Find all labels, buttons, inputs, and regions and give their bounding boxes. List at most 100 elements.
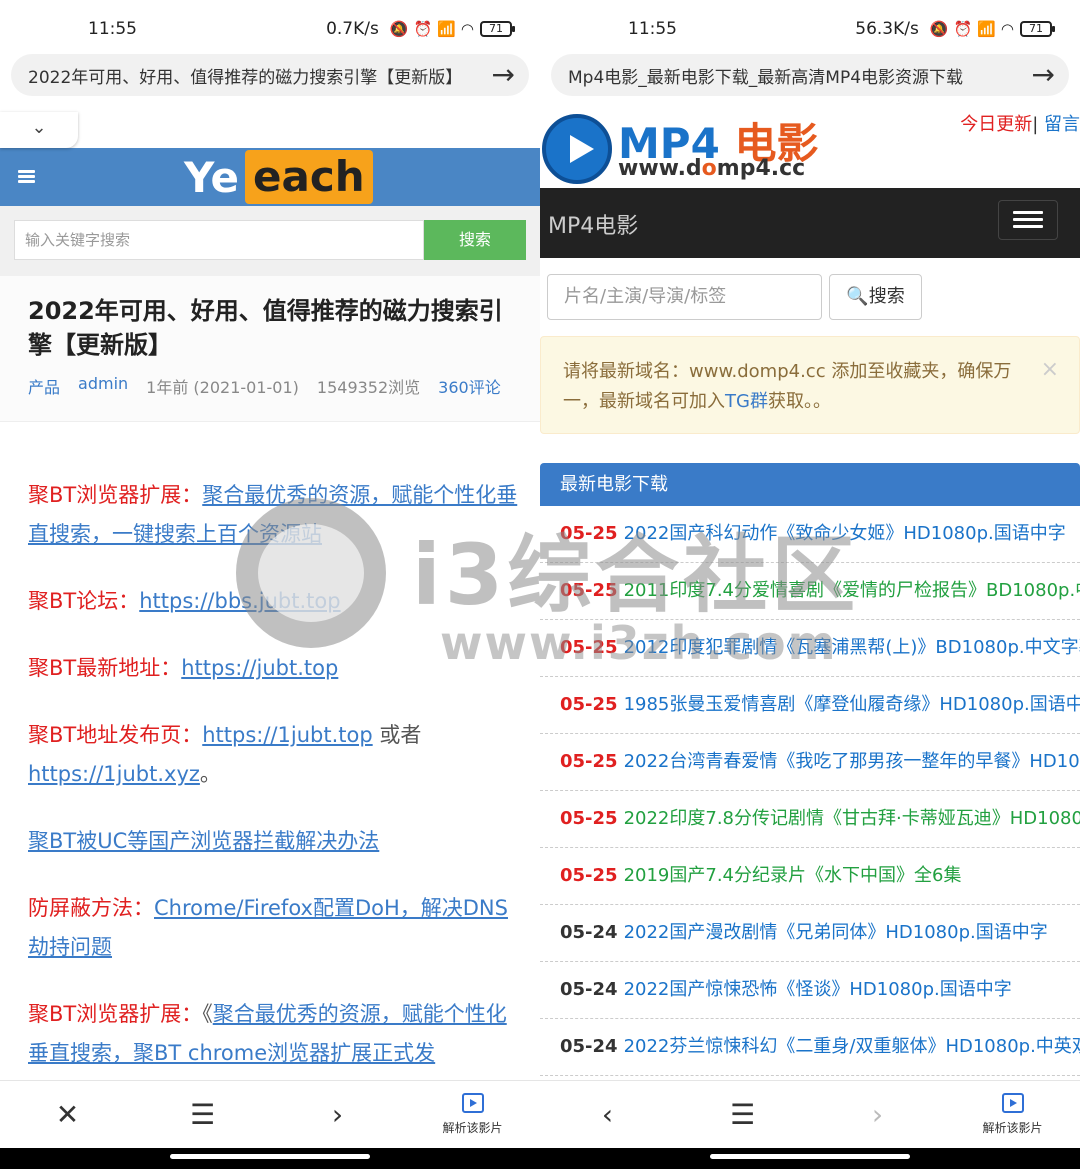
alert-text-tail: 获取。。: [767, 391, 831, 412]
item-title[interactable]: 2012印度犯罪剧情《瓦塞浦黑帮(上)》BD1080p.中文字幕: [624, 637, 1080, 658]
close-icon[interactable]: ×: [1041, 355, 1059, 385]
chevron-down-icon[interactable]: ⌄: [0, 112, 78, 148]
list-item[interactable]: 05-24 2022国产漫改剧情《兄弟同体》HD1080p.国语中字: [540, 905, 1080, 962]
item-title[interactable]: 2022台湾青春爱情《我吃了那男孩一整年的早餐》HD1080p: [624, 751, 1080, 772]
logo-each: each: [245, 150, 373, 204]
list-item[interactable]: 05-25 2019国产7.4分纪录片《水下中国》全6集: [540, 848, 1080, 905]
paragraph: 聚BT论坛：https://bbs.jubt.top: [28, 582, 518, 621]
para-text: 。: [199, 762, 221, 786]
item-title[interactable]: 2022芬兰惊悚科幻《二重身/双重躯体》HD1080p.中英双字: [624, 1036, 1080, 1057]
separator: |: [1032, 114, 1044, 135]
forward-icon[interactable]: ›: [270, 1098, 405, 1131]
para-link[interactable]: https://jubt.top: [181, 656, 338, 680]
item-title[interactable]: 2022国产科幻动作《致命少女姬》HD1080p.国语中字: [624, 523, 1066, 544]
parse-film-button[interactable]: 解析该影片: [945, 1093, 1080, 1136]
forward-icon[interactable]: ›: [810, 1098, 945, 1131]
movie-list: 05-25 2022国产科幻动作《致命少女姬》HD1080p.国语中字 05-25 2…: [540, 506, 1080, 1076]
para-label: 聚BT浏览器扩展：: [28, 483, 203, 507]
list-item[interactable]: 05-25 2022国产科幻动作《致命少女姬》HD1080p.国语中字: [540, 506, 1080, 563]
mute-icon: 🔕: [389, 20, 409, 38]
article-category[interactable]: 产品: [28, 374, 60, 398]
navbar-brand[interactable]: MP4电影: [548, 208, 638, 240]
logo-domain-o: o: [701, 156, 717, 181]
para-label: 聚BT论坛：: [28, 589, 140, 613]
logo-ye: Ye: [184, 152, 240, 202]
article-author[interactable]: admin: [78, 374, 128, 398]
search-button[interactable]: 搜索: [424, 220, 526, 260]
paragraph: 聚BT被UC等国产浏览器拦截解决办法: [28, 822, 518, 861]
article-title: 2022年可用、好用、值得推荐的磁力搜索引擎【更新版】: [28, 297, 503, 359]
message-link[interactable]: 留言: [1044, 114, 1080, 135]
item-title[interactable]: 2022国产漫改剧情《兄弟同体》HD1080p.国语中字: [624, 922, 1048, 943]
para-link[interactable]: https://1jubt.xyz: [28, 762, 200, 786]
search-button-label: 搜索: [868, 286, 905, 307]
item-date: 05-24: [560, 979, 618, 1000]
list-item[interactable]: 05-25 2012印度犯罪剧情《瓦塞浦黑帮(上)》BD1080p.中文字幕: [540, 620, 1080, 677]
list-item[interactable]: 05-25 2022台湾青春爱情《我吃了那男孩一整年的早餐》HD1080p: [540, 734, 1080, 791]
item-title[interactable]: 1985张曼玉爱情喜剧《摩登仙履奇缘》HD1080p.国语中字: [624, 694, 1080, 715]
para-link[interactable]: 聚BT被UC等国产浏览器拦截解决办法: [28, 829, 379, 853]
paragraph: 聚BT浏览器扩展：聚合最优秀的资源，赋能个性化垂直搜索，一键搜索上百个资源站: [28, 476, 518, 554]
status-bar: 11:55 56.3K/s 🔕 ⏰ 📶 ◠ 71: [540, 0, 1080, 58]
menu-icon[interactable]: ☰: [135, 1098, 270, 1131]
article-date: 1年前 (2021-01-01): [146, 378, 299, 397]
list-item[interactable]: 05-24 2022国产惊悚恐怖《怪谈》HD1080p.国语中字: [540, 962, 1080, 1019]
film-icon: [1001, 1093, 1024, 1113]
site-header: Ye each: [0, 148, 540, 206]
mute-icon: 🔕: [929, 20, 949, 38]
address-bar[interactable]: 2022年可用、好用、值得推荐的磁力搜索引擎【更新版】 →: [11, 54, 529, 96]
site-logo[interactable]: Ye each: [184, 150, 373, 204]
bottom-toolbar: ✕ ☰ › 解析该影片: [0, 1080, 540, 1148]
item-title[interactable]: 2011印度7.4分爱情喜剧《爱情的尸检报告》BD1080p.中字: [624, 580, 1080, 601]
para-label: 防屏蔽方法：: [28, 896, 154, 920]
item-date: 05-25: [560, 580, 618, 601]
play-logo-icon[interactable]: [542, 114, 612, 184]
list-item[interactable]: 05-25 2011印度7.4分爱情喜剧《爱情的尸检报告》BD1080p.中字: [540, 563, 1080, 620]
search-area: 输入关键字搜索 搜索: [0, 206, 540, 276]
battery-icon: 71: [480, 21, 515, 37]
logo-domain-a: www.d: [618, 156, 702, 181]
wifi-icon: ◠: [1000, 20, 1014, 38]
navbar: MP4电影: [540, 188, 1080, 258]
gesture-bar: [540, 1148, 1080, 1169]
go-arrow-icon[interactable]: →: [1025, 61, 1055, 89]
list-item[interactable]: 05-25 1985张曼玉爱情喜剧《摩登仙履奇缘》HD1080p.国语中字: [540, 677, 1080, 734]
search-input[interactable]: 片名/主演/导演/标签: [547, 274, 822, 320]
logo-domain-b: mp4.cc: [716, 156, 806, 181]
url-text[interactable]: 2022年可用、好用、值得推荐的磁力搜索引擎【更新版】: [28, 63, 485, 88]
paragraph: 聚BT浏览器扩展：《聚合最优秀的资源，赋能个性化垂直搜索，聚BT chrome浏…: [28, 995, 518, 1073]
item-title[interactable]: 2022国产惊悚恐怖《怪谈》HD1080p.国语中字: [624, 979, 1012, 1000]
article-meta: 产品 admin 1年前 (2021-01-01) 1549352浏览 360评…: [28, 374, 512, 398]
parse-film-button[interactable]: 解析该影片: [405, 1093, 540, 1136]
hamburger-menu-icon[interactable]: [998, 200, 1058, 240]
parse-film-label: 解析该影片: [982, 1121, 1043, 1135]
today-update-link[interactable]: 今日更新: [960, 114, 1032, 135]
list-item[interactable]: 05-24 2022芬兰惊悚科幻《二重身/双重躯体》HD1080p.中英双字: [540, 1019, 1080, 1076]
parse-film-label: 解析该影片: [442, 1121, 503, 1135]
address-bar[interactable]: Mp4电影_最新电影下载_最新高清MP4电影资源下载 →: [551, 54, 1069, 96]
paragraph: 聚BT最新地址：https://jubt.top: [28, 649, 518, 688]
bottom-toolbar: ‹ ☰ › 解析该影片: [540, 1080, 1080, 1148]
film-icon: [461, 1093, 484, 1113]
item-title[interactable]: 2019国产7.4分纪录片《水下中国》全6集: [624, 865, 962, 886]
para-text: 《: [202, 1002, 213, 1026]
item-date: 05-25: [560, 523, 618, 544]
menu-icon[interactable]: ☰: [675, 1098, 810, 1131]
list-item[interactable]: 05-25 2022印度7.8分传记剧情《甘古拜·卡蒂娅瓦迪》HD1080p: [540, 791, 1080, 848]
tg-group-link[interactable]: TG群: [725, 391, 768, 412]
search-input[interactable]: 输入关键字搜索: [14, 220, 424, 260]
signal-icon: 📶: [437, 20, 456, 38]
menu-icon[interactable]: [18, 170, 35, 184]
item-date: 05-25: [560, 751, 618, 772]
go-arrow-icon[interactable]: →: [485, 61, 515, 89]
para-link[interactable]: https://bbs.jubt.top: [139, 589, 340, 613]
article-comments[interactable]: 360评论: [438, 374, 501, 398]
para-link[interactable]: https://1jubt.top: [202, 723, 372, 747]
search-button[interactable]: 🔍搜索: [829, 274, 922, 320]
url-text[interactable]: Mp4电影_最新电影下载_最新高清MP4电影资源下载: [568, 63, 1025, 88]
close-icon[interactable]: ✕: [0, 1098, 135, 1131]
status-time: 11:55: [88, 19, 137, 39]
para-label: 聚BT最新地址：: [28, 656, 182, 680]
item-title[interactable]: 2022印度7.8分传记剧情《甘古拜·卡蒂娅瓦迪》HD1080p: [624, 808, 1080, 829]
back-icon[interactable]: ‹: [540, 1098, 675, 1131]
